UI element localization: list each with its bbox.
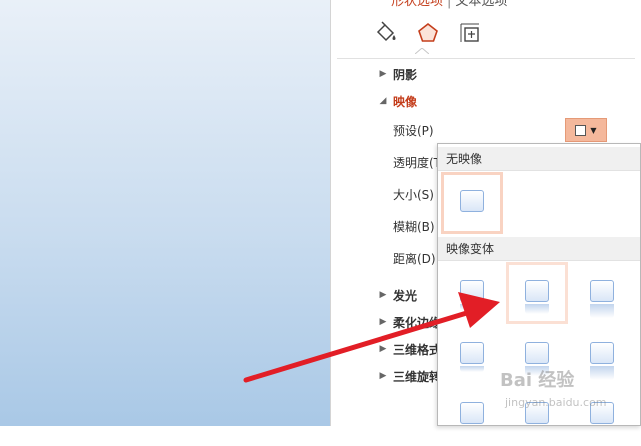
- collapse-arrow-icon: ◢: [379, 96, 387, 106]
- paint-bucket-icon[interactable]: [373, 20, 399, 46]
- tab-shape-options[interactable]: 形状选项: [391, 0, 443, 9]
- reflection-variation-1[interactable]: [441, 262, 503, 324]
- preset-thumbnail: [460, 190, 484, 212]
- section-3d-rotation[interactable]: ▶ 三维旋转: [331, 366, 441, 386]
- distance-field: 距离(D): [393, 248, 436, 268]
- section-reflection-label: 映像: [393, 94, 418, 109]
- section-soft-edges[interactable]: ▶ 柔化边缘: [331, 312, 441, 332]
- watermark-url: jingyan.baidu.com: [505, 396, 607, 409]
- section-glow[interactable]: ▶ 发光: [331, 285, 417, 305]
- blur-field: 模糊(B): [393, 216, 435, 236]
- pentagon-icon[interactable]: [415, 20, 441, 46]
- reflection-variation-7[interactable]: [441, 384, 503, 446]
- expand-arrow-icon: ▶: [379, 344, 387, 354]
- expand-arrow-icon: ▶: [379, 69, 387, 79]
- slide-canvas: [0, 0, 330, 426]
- presets-label: 预设(P): [393, 123, 434, 138]
- reflection-variation-4[interactable]: [441, 324, 503, 386]
- section-reflection[interactable]: ◢ 映像: [331, 91, 417, 111]
- expand-arrow-icon: ▶: [379, 317, 387, 327]
- distance-label: 距离(D): [393, 251, 436, 266]
- section-soft-edges-label: 柔化边缘: [393, 315, 442, 330]
- reflection-variation-2[interactable]: [506, 262, 568, 324]
- tab-text-options[interactable]: 文本选项: [455, 0, 507, 9]
- reflection-variation-9[interactable]: [571, 384, 633, 446]
- expand-arrow-icon: ▶: [379, 290, 387, 300]
- gallery-header-no-reflection: 无映像: [438, 147, 640, 171]
- reflection-variation-6[interactable]: [571, 324, 633, 386]
- blur-label: 模糊(B): [393, 219, 435, 234]
- reflection-variation-8[interactable]: [506, 384, 568, 446]
- section-3d-format[interactable]: ▶ 三维格式: [331, 339, 441, 359]
- section-shadow[interactable]: ▶ 阴影: [331, 64, 417, 84]
- chevron-down-icon: ▼: [590, 125, 597, 135]
- watermark-logo: Bai 经验: [500, 370, 575, 391]
- expand-arrow-icon: ▶: [379, 371, 387, 381]
- separator: [337, 58, 635, 59]
- gallery-header-variations: 映像变体: [438, 237, 640, 261]
- size-label: 大小(S): [393, 187, 434, 202]
- pane-tabs: 形状选项 | 文本选项: [391, 0, 507, 9]
- reflection-variation-3[interactable]: [571, 262, 633, 324]
- presets-field: 预设(P): [393, 120, 434, 140]
- size-properties-icon[interactable]: [457, 20, 483, 46]
- section-shadow-label: 阴影: [393, 67, 418, 82]
- section-3d-format-label: 三维格式: [393, 342, 442, 357]
- section-glow-label: 发光: [393, 288, 418, 303]
- section-3d-rotation-label: 三维旋转: [393, 369, 442, 384]
- active-tab-indicator: [415, 48, 429, 54]
- size-field: 大小(S): [393, 184, 434, 204]
- presets-dropdown-button[interactable]: ▼: [565, 118, 607, 142]
- no-reflection-option[interactable]: [441, 172, 503, 234]
- preset-preview-icon: [575, 124, 587, 136]
